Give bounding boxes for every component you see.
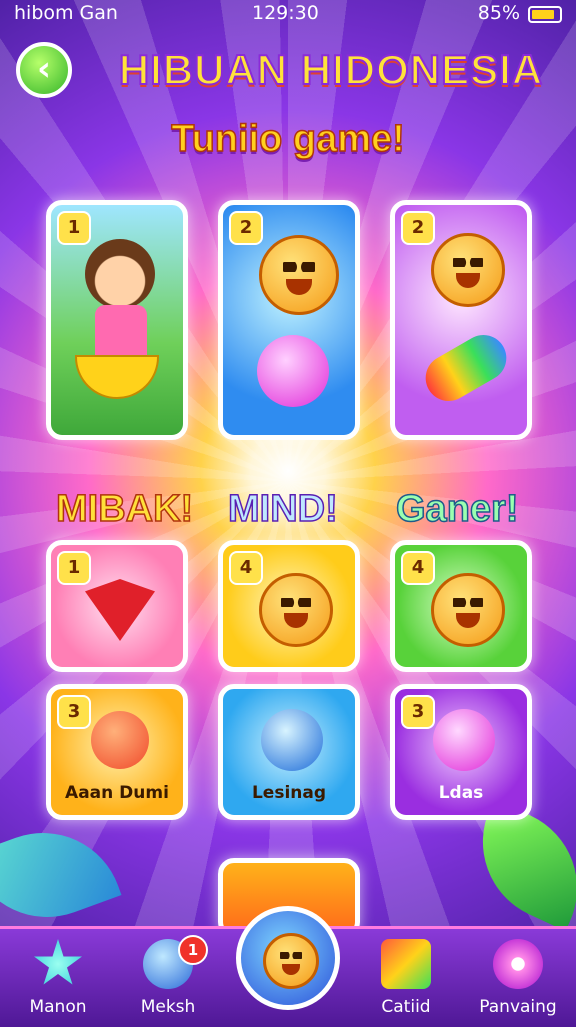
star-icon <box>34 939 82 985</box>
game-title: HIBUAN HIDONESIA <box>118 45 544 94</box>
gear-icon <box>493 939 543 989</box>
arrow-left-icon: ‹ <box>36 49 51 89</box>
card-number-badge: 1 <box>57 211 91 245</box>
card-number-badge: 4 <box>229 551 263 585</box>
card-caption: Ldas <box>438 783 484 803</box>
mascot-icon <box>263 933 319 989</box>
subtitle: Tuniio game! <box>170 117 405 161</box>
game-card-lesinag[interactable]: Lesinag <box>218 684 360 820</box>
battery-percent: 85% <box>477 2 520 24</box>
blue-orb-icon <box>261 709 323 771</box>
status-bar: hibom Gan 129:30 85% <box>0 0 576 28</box>
red-heart-icon <box>85 579 155 641</box>
game-card-ganer[interactable]: 4 <box>390 540 532 672</box>
section-label-ganer: Ganer! <box>395 487 519 531</box>
pink-orb-icon <box>433 709 495 771</box>
cat-mascot-icon <box>431 573 505 647</box>
character-card-3[interactable]: 2 <box>390 200 532 440</box>
card-number-badge: 1 <box>57 551 91 585</box>
carrier-label: hibom Gan <box>14 2 118 24</box>
game-card-mibak[interactable]: 1 <box>46 540 188 672</box>
section-label-mind: MIND! <box>227 487 338 531</box>
nav-item-panvaing[interactable]: Panvaing <box>468 939 568 1017</box>
candy-orb-icon <box>257 335 329 407</box>
bear-mascot-icon <box>259 573 333 647</box>
card-number-badge: 4 <box>401 551 435 585</box>
card-number-badge: 3 <box>401 695 435 729</box>
play-button[interactable] <box>236 906 340 1010</box>
nav-item-meksh[interactable]: 1 Meksh <box>118 935 218 1017</box>
nav-item-manon[interactable]: Manon <box>8 939 108 1017</box>
clock: 129:30 <box>252 2 319 24</box>
nav-label: Manon <box>29 997 87 1017</box>
character-card-1[interactable]: 1 <box>46 200 188 440</box>
battery-icon <box>528 6 562 23</box>
card-number-badge: 2 <box>229 211 263 245</box>
nav-label: Catiid <box>381 997 431 1017</box>
notification-badge: 1 <box>178 935 208 965</box>
lollipop-icon <box>91 711 149 769</box>
card-caption: Aaan Dumi <box>65 783 169 803</box>
game-card-mind[interactable]: 4 <box>218 540 360 672</box>
nav-item-catiid[interactable]: Catiid <box>356 939 456 1017</box>
nav-label: Panvaing <box>479 997 557 1017</box>
character-card-2[interactable]: 2 <box>218 200 360 440</box>
chest-icon <box>381 939 431 989</box>
game-card-ldas[interactable]: 3 Ldas <box>390 684 532 820</box>
star-mascot-icon <box>431 233 505 307</box>
sun-mascot-icon <box>259 235 339 315</box>
card-number-badge: 3 <box>57 695 91 729</box>
girl-character-icon <box>85 239 155 309</box>
banana-icon <box>75 355 159 399</box>
game-card-aaan-dumi[interactable]: 3 Aaan Dumi <box>46 684 188 820</box>
back-button[interactable]: ‹ <box>16 42 72 98</box>
section-label-mibak: MIBAK! <box>55 487 194 531</box>
rainbow-candy-icon <box>417 326 515 410</box>
card-number-badge: 2 <box>401 211 435 245</box>
card-caption: Lesinag <box>251 783 327 803</box>
nav-label: Meksh <box>140 997 196 1017</box>
